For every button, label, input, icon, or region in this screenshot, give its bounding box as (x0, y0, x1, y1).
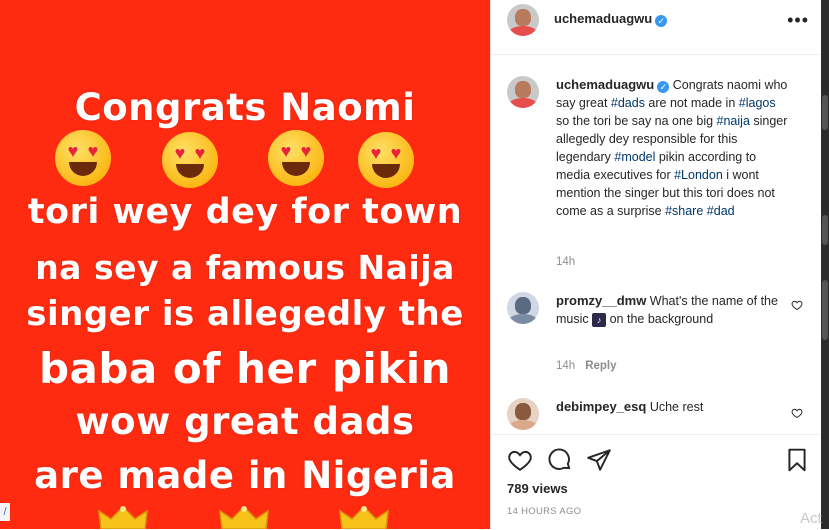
comments-list[interactable]: uchemaduagwu ✓ Congrats naomi who say gre… (491, 55, 821, 434)
image-text-line-2: tori wey dey for town (27, 192, 463, 232)
share-icon[interactable] (586, 447, 612, 473)
crown-icon (97, 505, 149, 529)
comment-text: promzy__dmw What's the name of the music… (556, 292, 790, 328)
verified-badge-icon: ✓ (655, 15, 668, 27)
like-comment-icon[interactable] (791, 407, 803, 419)
scrollbar[interactable] (821, 0, 829, 529)
caption-body: Congrats naomi who say great #dads are n… (556, 78, 787, 218)
activation-watermark: Act (800, 510, 822, 527)
heart-eyes-emoji-icon: ♥ ♥ (358, 132, 414, 188)
comment-username[interactable]: debimpey_esq (556, 399, 646, 414)
hashtag-link[interactable]: #naija (717, 114, 750, 128)
image-text-line-1: Congrats Naomi (74, 86, 416, 129)
heart-eyes-emoji-icon: ♥ ♥ (162, 132, 218, 188)
reply-button[interactable]: Reply (585, 360, 616, 372)
heart-eyes-emoji-icon: ♥ ♥ (268, 130, 324, 186)
post-image[interactable]: Congrats Naomi ♥ ♥ ♥ ♥ ♥ ♥ ♥ ♥ tori wey dey … (0, 0, 490, 529)
edge-tab[interactable]: / (0, 503, 10, 521)
hashtag-link[interactable]: #dads (611, 96, 645, 110)
post-header: uchemaduagwu ✓ ••• (491, 0, 821, 55)
heart-icon[interactable] (507, 447, 533, 473)
hashtag-link[interactable]: #London (674, 168, 723, 182)
caption-entry: uchemaduagwu ✓ Congrats naomi who say gre… (507, 74, 807, 274)
image-text-line-4: singer is allegedly the (26, 294, 464, 334)
caption-avatar[interactable] (507, 76, 539, 108)
post-details-panel: uchemaduagwu ✓ ••• uchemaduagwu ✓ Congrats… (491, 0, 821, 529)
crown-icon (218, 505, 270, 529)
header-author: uchemaduagwu ✓ (554, 10, 668, 28)
caption-segment: so the tori be say na one big (556, 114, 717, 128)
more-options-icon[interactable]: ••• (787, 10, 809, 31)
comment-meta: 14h Reply (556, 360, 617, 372)
music-icon: ♪ (592, 313, 607, 327)
comment-username[interactable]: promzy__dmw (556, 293, 646, 308)
image-text-line-5: baba of her pikin (38, 344, 452, 393)
comment-body-end: on the background (606, 312, 714, 326)
hashtag-link[interactable]: #model (614, 150, 655, 164)
commenter-avatar[interactable] (507, 292, 539, 324)
commenter-avatar[interactable] (507, 398, 539, 430)
caption-time: 14h (556, 256, 576, 268)
heart-eyes-emoji-icon: ♥ ♥ (55, 130, 111, 186)
bookmark-icon[interactable] (784, 447, 810, 473)
crown-icon (338, 505, 390, 529)
hashtag-link[interactable]: #share (665, 204, 703, 218)
author-avatar[interactable] (507, 4, 539, 36)
post-timestamp: 14 HOURS AGO (507, 506, 582, 517)
comment-item: debimpey_esq Uche rest (507, 398, 807, 434)
image-text-line-6: wow great dads (75, 400, 415, 443)
verified-badge-icon: ✓ (657, 81, 670, 93)
comment-time: 14h (556, 360, 576, 372)
caption-text: uchemaduagwu ✓ Congrats naomi who say gre… (556, 76, 790, 220)
like-comment-icon[interactable] (791, 299, 803, 311)
caption-segment: are not made in (644, 96, 739, 110)
comment-text: debimpey_esq Uche rest (556, 398, 790, 416)
comment-icon[interactable] (547, 447, 573, 473)
image-text-line-7: are made in Nigeria (34, 454, 456, 497)
comment-item: promzy__dmw What's the name of the music… (507, 292, 807, 372)
post-actions: 789 views 14 HOURS AGO (491, 434, 821, 530)
comment-body: Uche rest (649, 400, 704, 414)
caption-username[interactable]: uchemaduagwu (556, 77, 654, 92)
image-text-line-3: na sey a famous Naija (35, 248, 455, 287)
hashtag-link[interactable]: #lagos (739, 96, 776, 110)
header-username[interactable]: uchemaduagwu (554, 11, 652, 26)
view-count[interactable]: 789 views (507, 481, 568, 496)
hashtag-link[interactable]: #dad (707, 204, 735, 218)
